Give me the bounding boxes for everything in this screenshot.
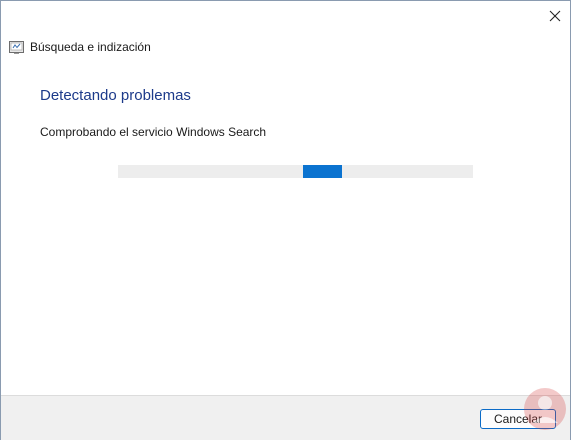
close-button[interactable] — [538, 1, 571, 31]
status-text: Comprobando el servicio Windows Search — [40, 125, 267, 139]
close-icon — [549, 10, 561, 22]
watermark-logo — [524, 388, 566, 430]
progress-bar — [118, 165, 473, 178]
app-header: Búsqueda e indización — [9, 38, 151, 56]
page-heading: Detectando problemas — [40, 87, 191, 104]
progress-bar-fill — [303, 165, 342, 178]
footer-bar: Cancelar — [1, 395, 570, 440]
troubleshooter-icon — [9, 41, 24, 54]
dialog-window: Búsqueda e indización Detectando problem… — [0, 0, 571, 440]
app-title: Búsqueda e indización — [30, 40, 151, 54]
